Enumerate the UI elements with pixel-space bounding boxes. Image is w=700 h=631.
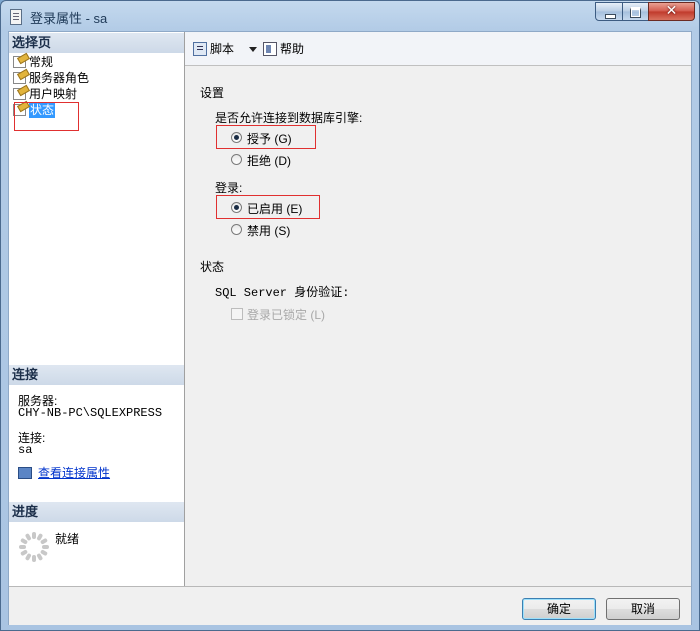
right-pane: 脚本 帮助 设置 是否允许连接到数据库引擎: 授予 (G) 拒绝 (D) 登录:… [185, 32, 691, 586]
cancel-button[interactable]: 取消 [606, 598, 680, 620]
close-button[interactable]: ✕ [648, 2, 695, 21]
status-highlight-box [14, 102, 79, 131]
progress-status: 就绪 [55, 532, 80, 546]
deny-label[interactable]: 拒绝 (D) [247, 152, 291, 169]
settings-header: 设置 [200, 86, 225, 100]
page-icon [13, 56, 26, 68]
left-pane: 选择页 常规 服务器角色 用户映射 状态 连接 服务器: CHY-NB-PC\S… [9, 32, 185, 586]
dialog-client: 选择页 常规 服务器角色 用户映射 状态 连接 服务器: CHY-NB-PC\S… [8, 31, 692, 625]
connection-properties-icon [18, 467, 32, 479]
connection-header: 连接 [9, 365, 184, 385]
maximize-button[interactable] [622, 2, 649, 21]
nav-item-general[interactable]: 常规 [13, 54, 53, 70]
sql-auth-label: SQL Server 身份验证: [215, 286, 350, 300]
login-properties-window: 登录属性 - sa ✕ 选择页 常规 服务器角色 用户映射 状态 连接 服务器:… [0, 0, 700, 631]
progress-spinner-icon [19, 532, 49, 562]
grant-radio[interactable] [231, 132, 242, 143]
script-icon [193, 42, 207, 56]
script-button[interactable]: 脚本 [193, 41, 234, 57]
disabled-radio[interactable] [231, 224, 242, 235]
enabled-label[interactable]: 已启用 (E) [247, 200, 302, 217]
login-label: 登录: [215, 181, 243, 195]
nav-item-server-roles[interactable]: 服务器角色 [13, 70, 89, 86]
window-title: 登录属性 - sa [30, 11, 108, 26]
page-icon [13, 72, 26, 84]
connection-value: sa [18, 443, 33, 457]
button-bar: 确定 取消 [9, 586, 691, 625]
title-bar[interactable]: 登录属性 - sa ✕ [1, 1, 699, 31]
script-dropdown-icon[interactable] [249, 47, 257, 52]
server-value: CHY-NB-PC\SQLEXPRESS [18, 406, 163, 420]
grant-label[interactable]: 授予 (G) [247, 130, 292, 147]
view-connection-properties[interactable]: 查看连接属性 [18, 464, 110, 481]
nav-item-label: 用户映射 [29, 87, 78, 101]
disabled-label[interactable]: 禁用 (S) [247, 222, 290, 239]
help-icon [263, 42, 277, 56]
enabled-radio[interactable] [231, 202, 242, 213]
ok-button[interactable]: 确定 [522, 598, 596, 620]
script-label: 脚本 [210, 42, 235, 56]
select-page-header: 选择页 [9, 33, 184, 53]
help-button[interactable]: 帮助 [263, 41, 304, 57]
db-engine-question: 是否允许连接到数据库引擎: [215, 111, 363, 125]
deny-radio[interactable] [231, 154, 242, 165]
minimize-button[interactable] [595, 2, 623, 21]
status-header: 状态 [200, 260, 225, 274]
progress-header: 进度 [9, 502, 184, 522]
toolbar: 脚本 帮助 [185, 32, 691, 66]
document-icon [10, 9, 22, 25]
close-icon: ✕ [665, 3, 678, 19]
nav-item-label: 服务器角色 [29, 71, 90, 85]
login-locked-label: 登录已锁定 (L) [247, 308, 326, 322]
nav-item-user-mapping[interactable]: 用户映射 [13, 86, 77, 102]
page-icon [13, 88, 26, 100]
help-label: 帮助 [280, 42, 305, 56]
login-locked-checkbox[interactable] [231, 308, 243, 320]
view-connection-link[interactable]: 查看连接属性 [38, 466, 110, 480]
nav-item-label: 常规 [29, 55, 54, 69]
